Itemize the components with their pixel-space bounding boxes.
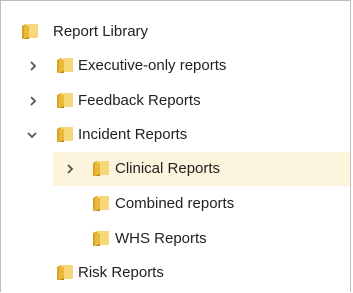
chevron-right-icon[interactable] — [65, 164, 75, 174]
tree-item-clinical-reports[interactable]: Clinical Reports — [53, 152, 350, 186]
tree-item-label: Combined reports — [115, 195, 235, 212]
folder-icon — [93, 196, 109, 211]
folder-icon — [57, 265, 73, 280]
folder-icon — [22, 24, 38, 39]
tree-item-label: Feedback Reports — [78, 92, 201, 109]
tree-item-incident-reports[interactable]: Incident Reports — [1, 118, 350, 152]
tree-item-executive-only-reports[interactable]: Executive-only reports — [1, 49, 350, 83]
tree-item-report-library[interactable]: Report Library — [1, 15, 350, 49]
tree-item-label: Executive-only reports — [78, 57, 227, 74]
folder-icon — [93, 231, 109, 246]
tree-item-combined-reports[interactable]: Combined reports — [1, 187, 350, 221]
tree-item-feedback-reports[interactable]: Feedback Reports — [1, 84, 350, 118]
folder-icon — [57, 58, 73, 73]
folder-icon — [57, 93, 73, 108]
tree-item-label: Report Library — [53, 23, 149, 40]
tree-item-label: Risk Reports — [78, 264, 164, 281]
folder-icon — [57, 127, 73, 142]
chevron-down-icon[interactable] — [27, 130, 37, 140]
tree-item-label: Clinical Reports — [115, 160, 221, 177]
folder-icon — [93, 161, 109, 176]
tree-item-whs-reports[interactable]: WHS Reports — [1, 222, 350, 256]
tree-item-label: Incident Reports — [78, 126, 188, 143]
chevron-right-icon[interactable] — [28, 96, 38, 106]
chevron-right-icon[interactable] — [28, 61, 38, 71]
tree-item-label: WHS Reports — [115, 230, 207, 247]
tree-item-risk-reports[interactable]: Risk Reports — [1, 256, 350, 290]
report-library-tree: Report Library Executive-only reports Fe… — [0, 0, 351, 292]
